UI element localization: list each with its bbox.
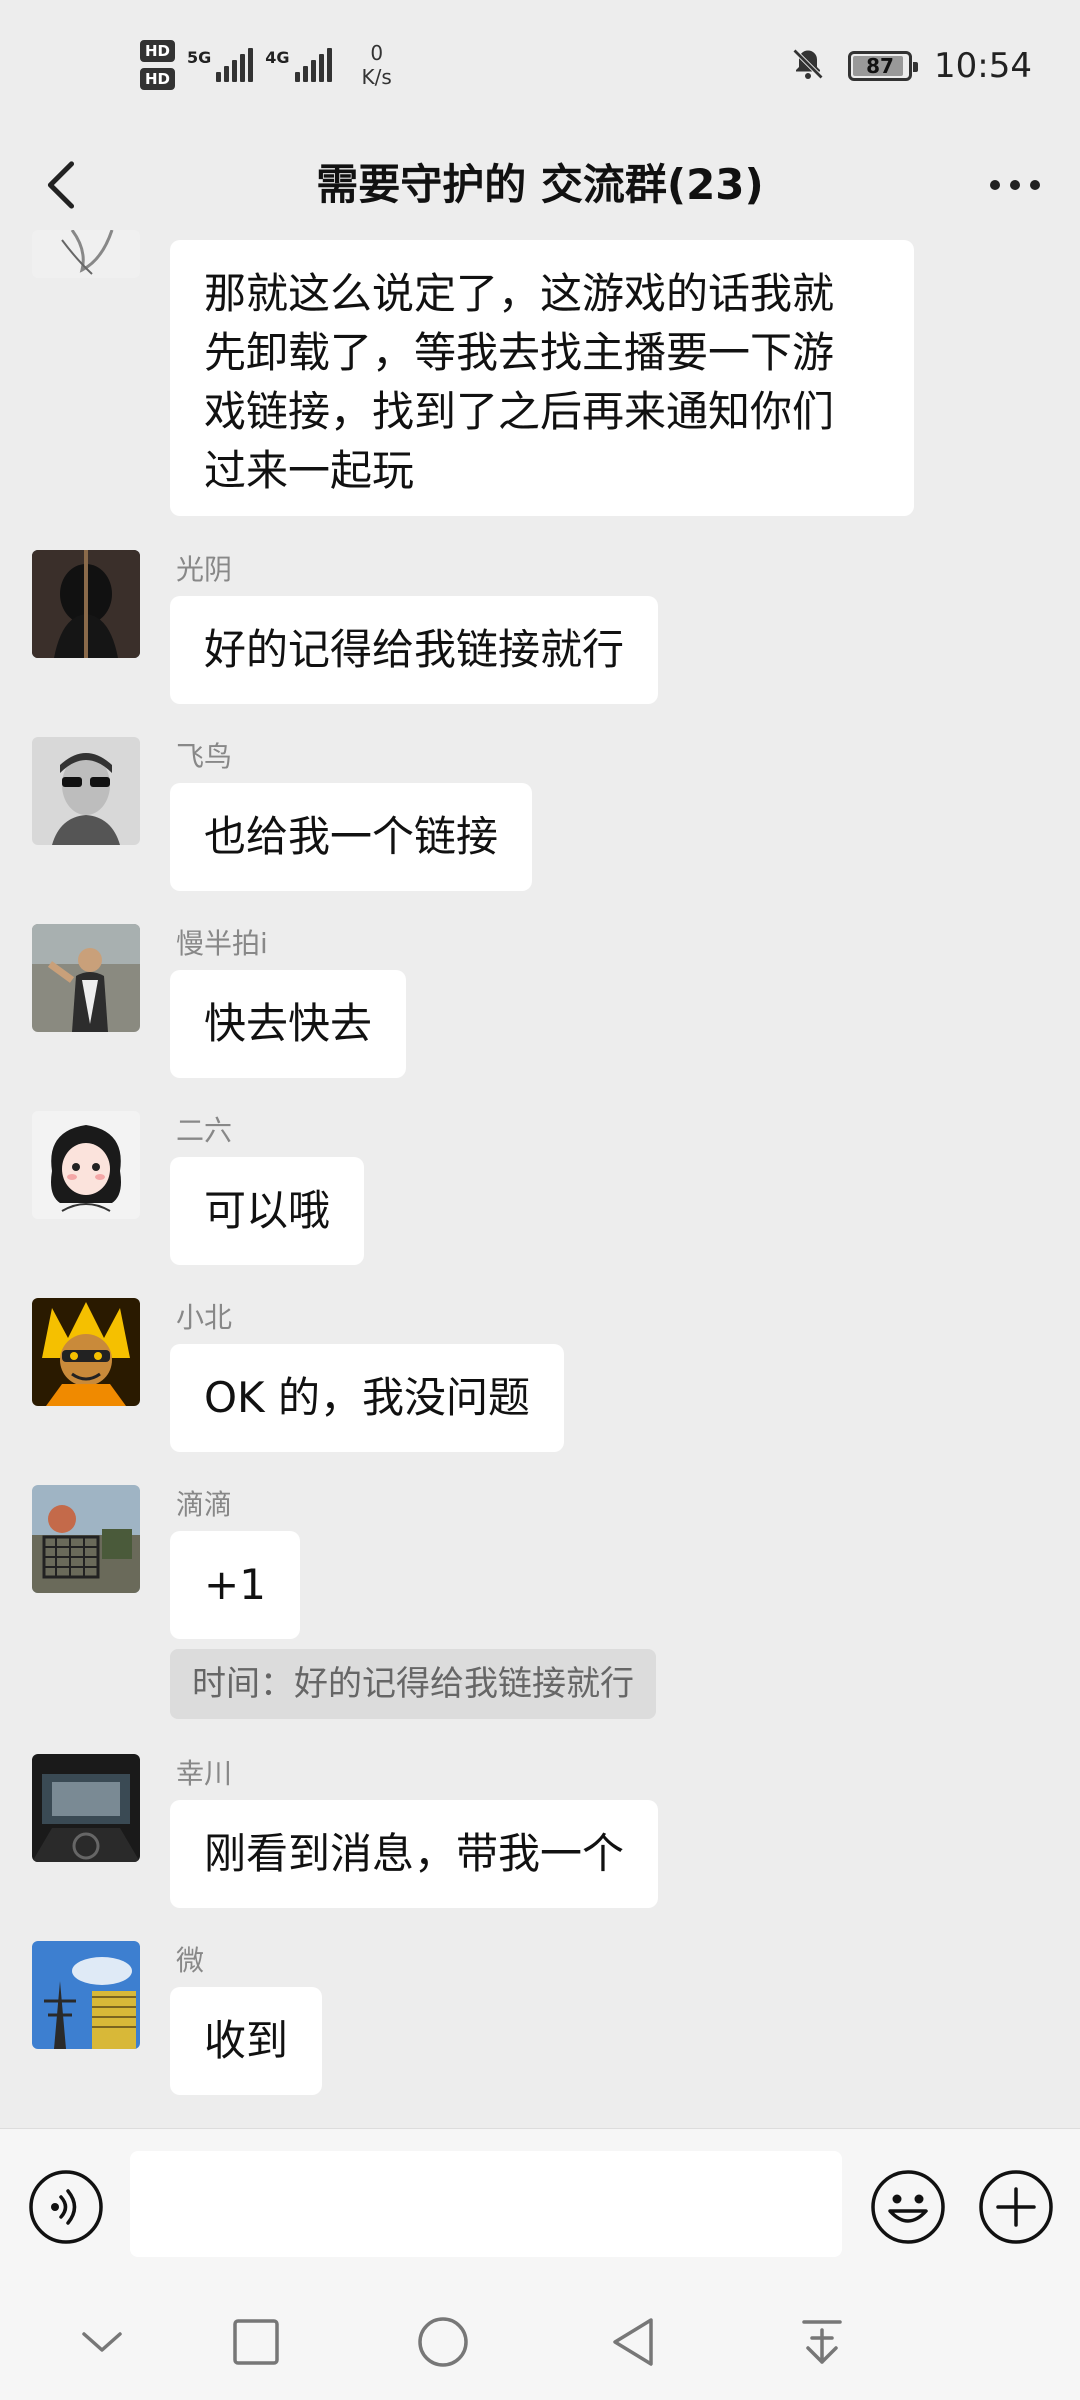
- battery-icon: 87: [848, 51, 919, 81]
- chat-title: 需要守护的 交流群(23): [316, 160, 764, 209]
- circle-icon: [418, 2317, 468, 2367]
- avatar[interactable]: [32, 1111, 140, 1219]
- hd-icons: HD HD: [140, 40, 176, 90]
- avatar[interactable]: [32, 1754, 140, 1862]
- pull-down-icon: [802, 2320, 842, 2364]
- back-button[interactable]: [30, 155, 90, 215]
- message-line: 戏链接，找到了之后再来通知你们: [204, 387, 835, 436]
- sender-name: 二六: [176, 1114, 233, 1147]
- quoted-message[interactable]: 时间：好的记得给我链接就行: [170, 1649, 656, 1719]
- nav-notification-button[interactable]: [792, 2312, 852, 2372]
- chevron-down-icon: [82, 2332, 122, 2352]
- speed-value: 0: [370, 41, 384, 65]
- emoji-icon: [871, 2170, 945, 2244]
- message-bubble[interactable]: 刚看到消息，带我一个: [170, 1800, 659, 1908]
- status-left: HD HD 5G 4G 0 K/s: [140, 30, 392, 100]
- more-functions-button[interactable]: [978, 2169, 1054, 2245]
- chat-input-bar: [0, 2128, 1080, 2284]
- signal-5g-icon: 5G: [187, 48, 254, 82]
- message-bubble[interactable]: 快去快去: [170, 970, 407, 1078]
- message-bubble[interactable]: +1: [170, 1531, 300, 1639]
- sender-name: 小北: [176, 1301, 233, 1334]
- avatar[interactable]: [32, 1485, 140, 1593]
- clock: 10:54: [934, 46, 1032, 86]
- avatar[interactable]: [32, 924, 140, 1032]
- system-navigation-bar: [0, 2284, 1080, 2400]
- avatar[interactable]: [32, 1298, 140, 1406]
- nav-recents-button[interactable]: [226, 2312, 286, 2372]
- avatar[interactable]: [32, 230, 140, 278]
- voice-icon: [29, 2170, 103, 2244]
- message-bubble[interactable]: 好的记得给我链接就行: [170, 596, 659, 704]
- speed-unit: K/s: [361, 65, 392, 89]
- message-line: 过来一起玩: [204, 446, 415, 495]
- message-bubble[interactable]: OK 的，我没问题: [170, 1344, 564, 1452]
- message-bubble[interactable]: 那就这么说定了，这游戏的话我就 先卸载了，等我去找主播要一下游 戏链接，找到了之…: [170, 240, 914, 516]
- avatar[interactable]: [32, 737, 140, 845]
- nav-home-button[interactable]: [413, 2312, 473, 2372]
- sender-name: 幸川: [176, 1757, 233, 1790]
- status-right: 87 10:54: [790, 38, 1032, 94]
- nav-back-button[interactable]: [603, 2312, 663, 2372]
- plus-icon: [979, 2170, 1053, 2244]
- avatar[interactable]: [32, 1941, 140, 2049]
- chevron-left-icon: [47, 161, 75, 209]
- network-speed: 0 K/s: [362, 41, 392, 89]
- hd-icon-1: HD: [140, 40, 176, 62]
- sender-name: 飞鸟: [176, 740, 233, 773]
- avatar[interactable]: [32, 550, 140, 658]
- sender-name: 滴滴: [176, 1488, 233, 1521]
- emoji-button[interactable]: [870, 2169, 946, 2245]
- signal-4g-icon: 4G: [265, 48, 332, 82]
- message-bubble[interactable]: 可以哦: [170, 1157, 365, 1265]
- message-bubble[interactable]: 也给我一个链接: [170, 783, 533, 891]
- bell-muted-icon: [790, 46, 826, 86]
- sender-name: 微: [176, 1944, 205, 1977]
- sender-name: 慢半拍i: [176, 927, 268, 960]
- voice-input-button[interactable]: [28, 2169, 104, 2245]
- message-line: 先卸载了，等我去找主播要一下游: [204, 328, 835, 377]
- sender-name: 光阴: [176, 553, 233, 586]
- message-line: 那就这么说定了，这游戏的话我就: [204, 269, 835, 318]
- status-bar: HD HD 5G 4G 0 K/s 87 10:54: [0, 0, 1080, 130]
- triangle-back-icon: [613, 2318, 653, 2366]
- more-options-button[interactable]: [980, 155, 1050, 215]
- square-icon: [233, 2319, 279, 2365]
- message-input[interactable]: [130, 2151, 842, 2257]
- chat-header: 需要守护的 交流群(23): [0, 130, 1080, 240]
- hd-icon-2: HD: [140, 68, 176, 90]
- nav-collapse-button[interactable]: [72, 2312, 132, 2372]
- more-dots-icon: [990, 180, 1040, 190]
- message-bubble[interactable]: 收到: [170, 1987, 323, 2095]
